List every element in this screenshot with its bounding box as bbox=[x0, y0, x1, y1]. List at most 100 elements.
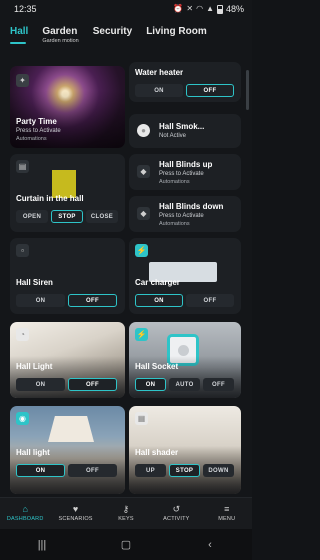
on-button[interactable]: ON bbox=[135, 294, 183, 307]
nav-label: MENU bbox=[218, 516, 236, 522]
hall-light-card[interactable]: ◔ Hall Light ON OFF bbox=[10, 322, 125, 398]
nav-menu[interactable]: ≡ MENU bbox=[203, 504, 251, 523]
status-icons: ⏰ ✕ ◠ ▲ 48% bbox=[173, 4, 244, 14]
bulb-icon: ◔ bbox=[16, 328, 29, 341]
off-button[interactable]: OFF bbox=[68, 464, 117, 477]
blinds-icon: ◆ bbox=[137, 207, 150, 220]
on-button[interactable]: ON bbox=[16, 378, 65, 391]
on-button[interactable]: ON bbox=[135, 84, 183, 97]
shader-controls: UP STOP DOWN bbox=[135, 464, 234, 477]
bulb-icon: ◉ bbox=[16, 412, 29, 425]
card-title: Curtain in the hall bbox=[16, 194, 84, 203]
tab-living-room[interactable]: Living Room bbox=[146, 26, 207, 56]
power-toggle: ON OFF bbox=[16, 464, 117, 477]
system-navigation-bar: ||| ▢ ‹ bbox=[0, 529, 252, 560]
blinds-up-card[interactable]: ◆ Hall Blinds up Press to Activate Autom… bbox=[129, 154, 241, 190]
status-bar: 12:35 ⏰ ✕ ◠ ▲ 48% bbox=[0, 0, 252, 18]
curtain-icon: ▤ bbox=[16, 160, 29, 173]
plug-icon: ⚡ bbox=[135, 328, 148, 341]
nav-label: ACTIVITY bbox=[163, 516, 190, 522]
card-subtitle: Press to Activate bbox=[16, 128, 61, 134]
nav-scenarios[interactable]: ♥ SCENARIOS bbox=[52, 504, 100, 523]
tab-label: Hall bbox=[10, 26, 29, 37]
tab-label: Security bbox=[92, 26, 133, 37]
alarm-icon: ⏰ bbox=[173, 4, 184, 13]
stop-button[interactable]: STOP bbox=[51, 210, 83, 223]
nav-keys[interactable]: ⚷ KEYS bbox=[102, 504, 150, 523]
wifi-icon: ◠ bbox=[196, 4, 204, 13]
blinds-icon: ◆ bbox=[137, 165, 150, 178]
on-button[interactable]: ON bbox=[16, 294, 65, 307]
off-button[interactable]: OFF bbox=[203, 378, 234, 391]
open-button[interactable]: OPEN bbox=[16, 210, 48, 223]
power-toggle: ON OFF bbox=[135, 84, 234, 97]
card-title: Hall Smok... bbox=[159, 122, 205, 131]
card-title: Hall Light bbox=[16, 362, 53, 371]
down-button[interactable]: DOWN bbox=[203, 464, 234, 477]
bottom-navigation: ⌂ DASHBOARD ♥ SCENARIOS ⚷ KEYS ↺ ACTIVIT… bbox=[0, 497, 252, 529]
nav-activity[interactable]: ↺ ACTIVITY bbox=[152, 504, 200, 523]
mute-icon: ✕ bbox=[186, 4, 194, 13]
tab-hall[interactable]: Hall bbox=[10, 26, 28, 56]
card-title: Hall shader bbox=[135, 448, 179, 457]
key-icon: ⚷ bbox=[122, 504, 130, 514]
card-title: Hall Blinds down bbox=[159, 202, 224, 211]
stop-button[interactable]: STOP bbox=[169, 464, 200, 477]
water-heater-card[interactable]: Water heater ON OFF bbox=[129, 62, 241, 102]
home-icon: ⌂ bbox=[22, 504, 28, 514]
auto-button[interactable]: AUTO bbox=[169, 378, 200, 391]
status-time: 12:35 bbox=[14, 4, 37, 14]
home-button-icon[interactable]: ▢ bbox=[106, 538, 146, 551]
menu-icon: ≡ bbox=[224, 504, 230, 514]
card-title: Hall light bbox=[16, 448, 50, 457]
car-charger-card[interactable]: ⚡ Car charger ON OFF bbox=[129, 238, 241, 314]
shader-icon: ▦ bbox=[135, 412, 148, 425]
smoke-detector-icon: ● bbox=[137, 124, 150, 137]
active-tab-indicator bbox=[10, 42, 26, 44]
up-button[interactable]: UP bbox=[135, 464, 166, 477]
party-time-card[interactable]: ✦ Party Time Press to Activate Automatio… bbox=[10, 66, 125, 148]
lamp-shade bbox=[48, 416, 94, 442]
back-icon[interactable]: ‹ bbox=[190, 539, 230, 551]
blinds-down-card[interactable]: ◆ Hall Blinds down Press to Activate Aut… bbox=[129, 196, 241, 232]
close-button[interactable]: CLOSE bbox=[86, 210, 118, 223]
curtain-controls: OPEN STOP CLOSE bbox=[16, 210, 118, 223]
on-button[interactable]: ON bbox=[16, 464, 65, 477]
off-button[interactable]: OFF bbox=[186, 294, 234, 307]
card-title: Hall Siren bbox=[16, 278, 53, 287]
hall-shader-card[interactable]: ▦ Hall shader UP STOP DOWN bbox=[129, 406, 241, 494]
card-title: Party Time bbox=[16, 117, 57, 126]
card-title: Hall Blinds up bbox=[159, 160, 213, 169]
history-icon: ↺ bbox=[172, 504, 181, 514]
card-subtitle: Press to Activate bbox=[159, 213, 204, 219]
nav-label: SCENARIOS bbox=[58, 516, 93, 522]
card-subtitle: Press to Activate bbox=[159, 171, 204, 177]
on-button[interactable]: ON bbox=[135, 378, 166, 391]
nav-label: KEYS bbox=[118, 516, 134, 522]
hall-smoke-card[interactable]: ● Hall Smok... Not Active bbox=[129, 114, 241, 148]
siren-icon: ▫ bbox=[16, 244, 29, 257]
card-title: Car charger bbox=[135, 278, 180, 287]
recents-icon[interactable]: ||| bbox=[22, 539, 62, 551]
nav-label: DASHBOARD bbox=[6, 516, 44, 522]
card-caption: Automations bbox=[159, 221, 190, 227]
off-button[interactable]: OFF bbox=[68, 294, 117, 307]
scrollbar[interactable] bbox=[246, 70, 249, 110]
battery-icon bbox=[216, 4, 223, 14]
app-screen: 12:35 ⏰ ✕ ◠ ▲ 48% Hall Garden Garden moti… bbox=[0, 0, 252, 560]
hall-light-lamp-card[interactable]: ◉ Hall light ON OFF bbox=[10, 406, 125, 494]
magic-icon: ✦ bbox=[16, 74, 29, 87]
socket-mode-controls: ON AUTO OFF bbox=[135, 378, 234, 391]
signal-icon: ▲ bbox=[206, 4, 214, 13]
tab-garden[interactable]: Garden Garden motion bbox=[42, 26, 78, 56]
hall-socket-card[interactable]: ⚡ Hall Socket ON AUTO OFF bbox=[129, 322, 241, 398]
off-button[interactable]: OFF bbox=[186, 84, 234, 97]
tab-security[interactable]: Security bbox=[93, 26, 132, 56]
tab-sublabel: Garden motion bbox=[42, 38, 79, 44]
off-button[interactable]: OFF bbox=[68, 378, 117, 391]
curtain-card[interactable]: ▤ Curtain in the hall OPEN STOP CLOSE bbox=[10, 154, 125, 232]
hall-siren-card[interactable]: ▫ Hall Siren ON OFF bbox=[10, 238, 125, 314]
heart-icon: ♥ bbox=[72, 504, 79, 514]
card-caption: Automations bbox=[159, 179, 190, 185]
nav-dashboard[interactable]: ⌂ DASHBOARD bbox=[1, 504, 49, 523]
